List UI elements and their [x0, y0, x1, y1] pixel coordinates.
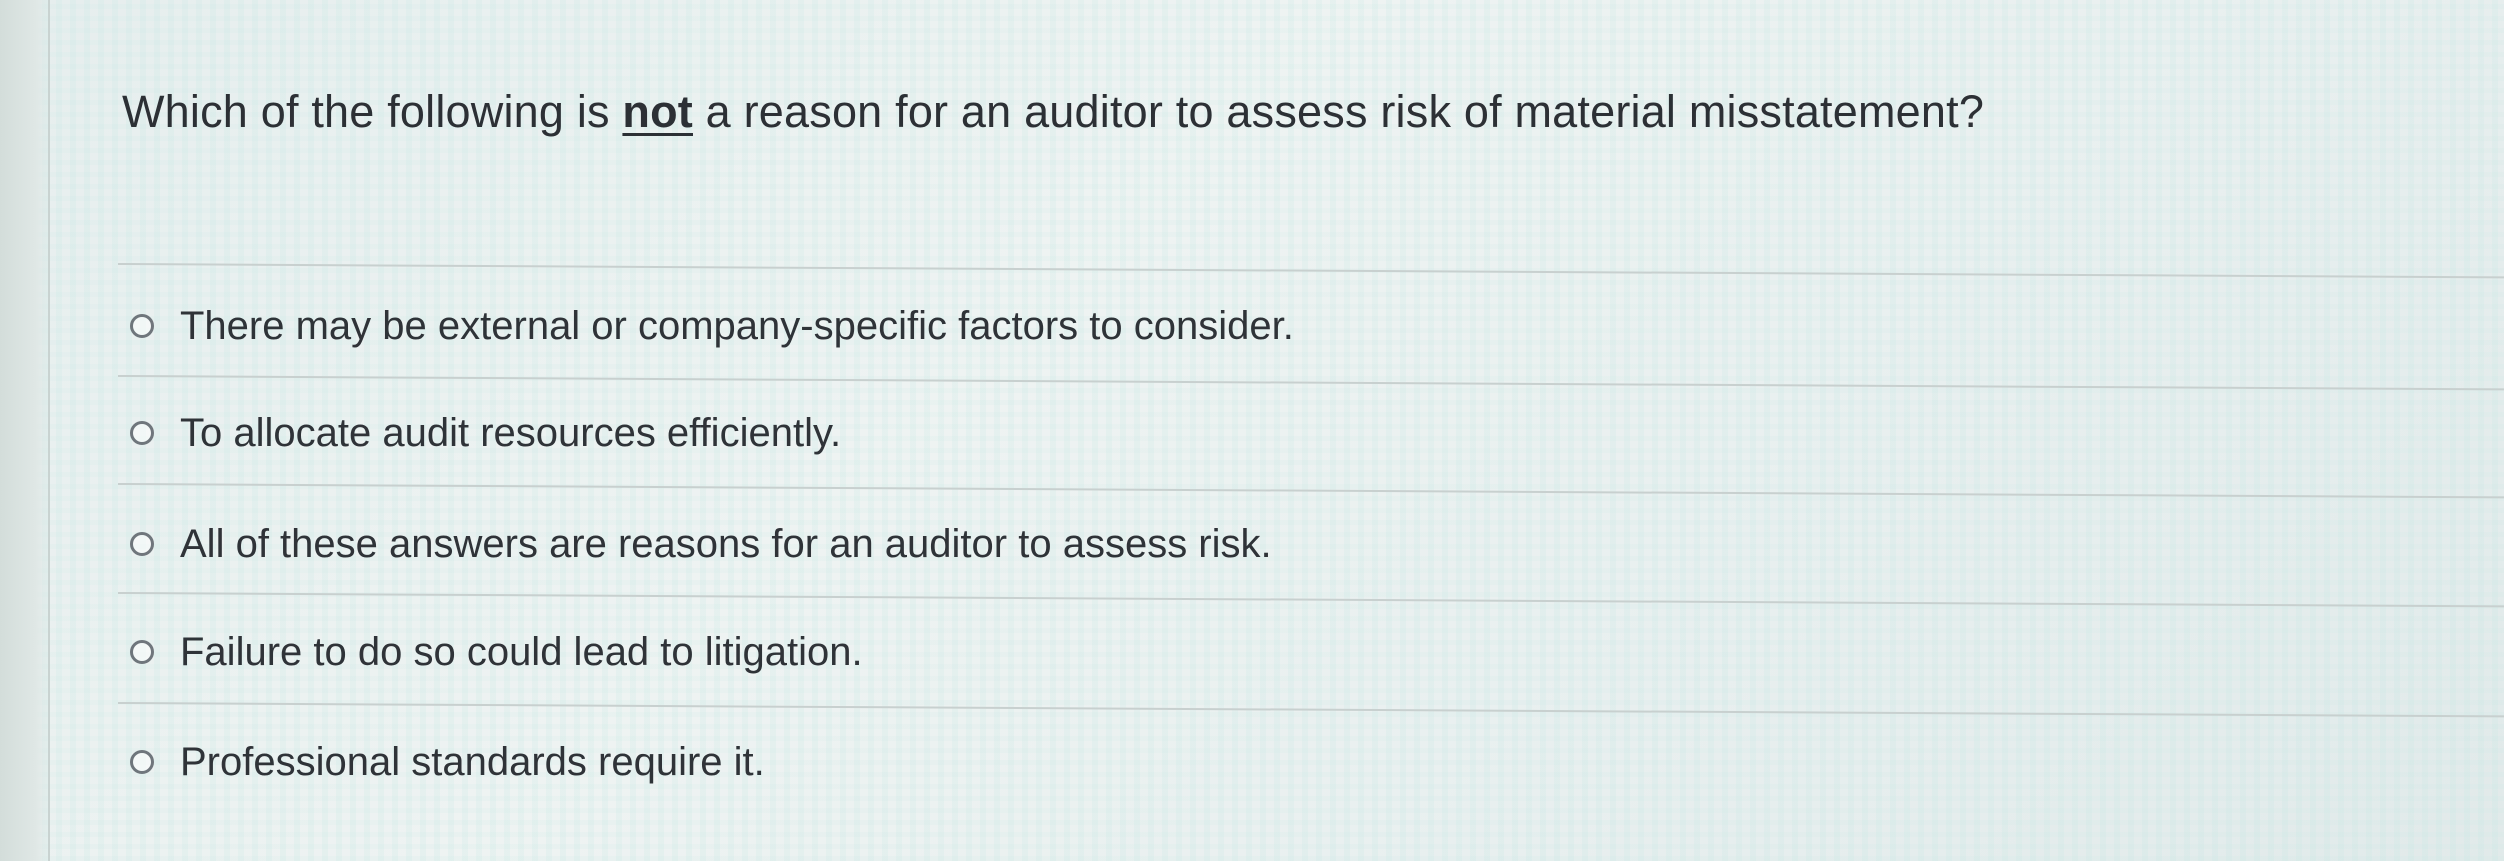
answer-option-3[interactable]: All of these answers are reasons for an … — [130, 514, 1272, 574]
radio-button-icon[interactable] — [130, 532, 154, 556]
answer-option-label: There may be external or company-specifi… — [180, 304, 1294, 348]
answer-option-5[interactable]: Professional standards require it. — [130, 732, 765, 792]
answer-option-2[interactable]: To allocate audit resources efficiently. — [130, 403, 841, 463]
radio-button-icon[interactable] — [130, 421, 154, 445]
option-divider — [117, 483, 2504, 499]
left-page-margin — [0, 0, 50, 861]
answer-option-label: To allocate audit resources efficiently. — [180, 411, 842, 455]
answer-option-label: All of these answers are reasons for an … — [180, 522, 1272, 566]
radio-button-icon[interactable] — [130, 750, 154, 774]
left-border-line — [48, 0, 50, 861]
radio-button-icon[interactable] — [130, 314, 154, 338]
question-suffix: a reason for an auditor to assess risk o… — [692, 86, 1985, 137]
radio-button-icon[interactable] — [130, 640, 154, 664]
answer-option-4[interactable]: Failure to do so could lead to litigatio… — [130, 622, 863, 682]
option-divider — [117, 592, 2504, 608]
option-divider — [117, 375, 2504, 391]
answer-option-label: Professional standards require it. — [180, 740, 765, 784]
option-divider — [117, 702, 2504, 718]
answer-option-label: Failure to do so could lead to litigatio… — [180, 630, 863, 674]
question-emphasis: not — [622, 86, 693, 137]
question-text: Which of the following is not a reason f… — [122, 84, 1984, 140]
option-divider — [117, 263, 2504, 279]
answer-option-1[interactable]: There may be external or company-specifi… — [130, 296, 1294, 356]
question-prefix: Which of the following is — [122, 86, 623, 137]
